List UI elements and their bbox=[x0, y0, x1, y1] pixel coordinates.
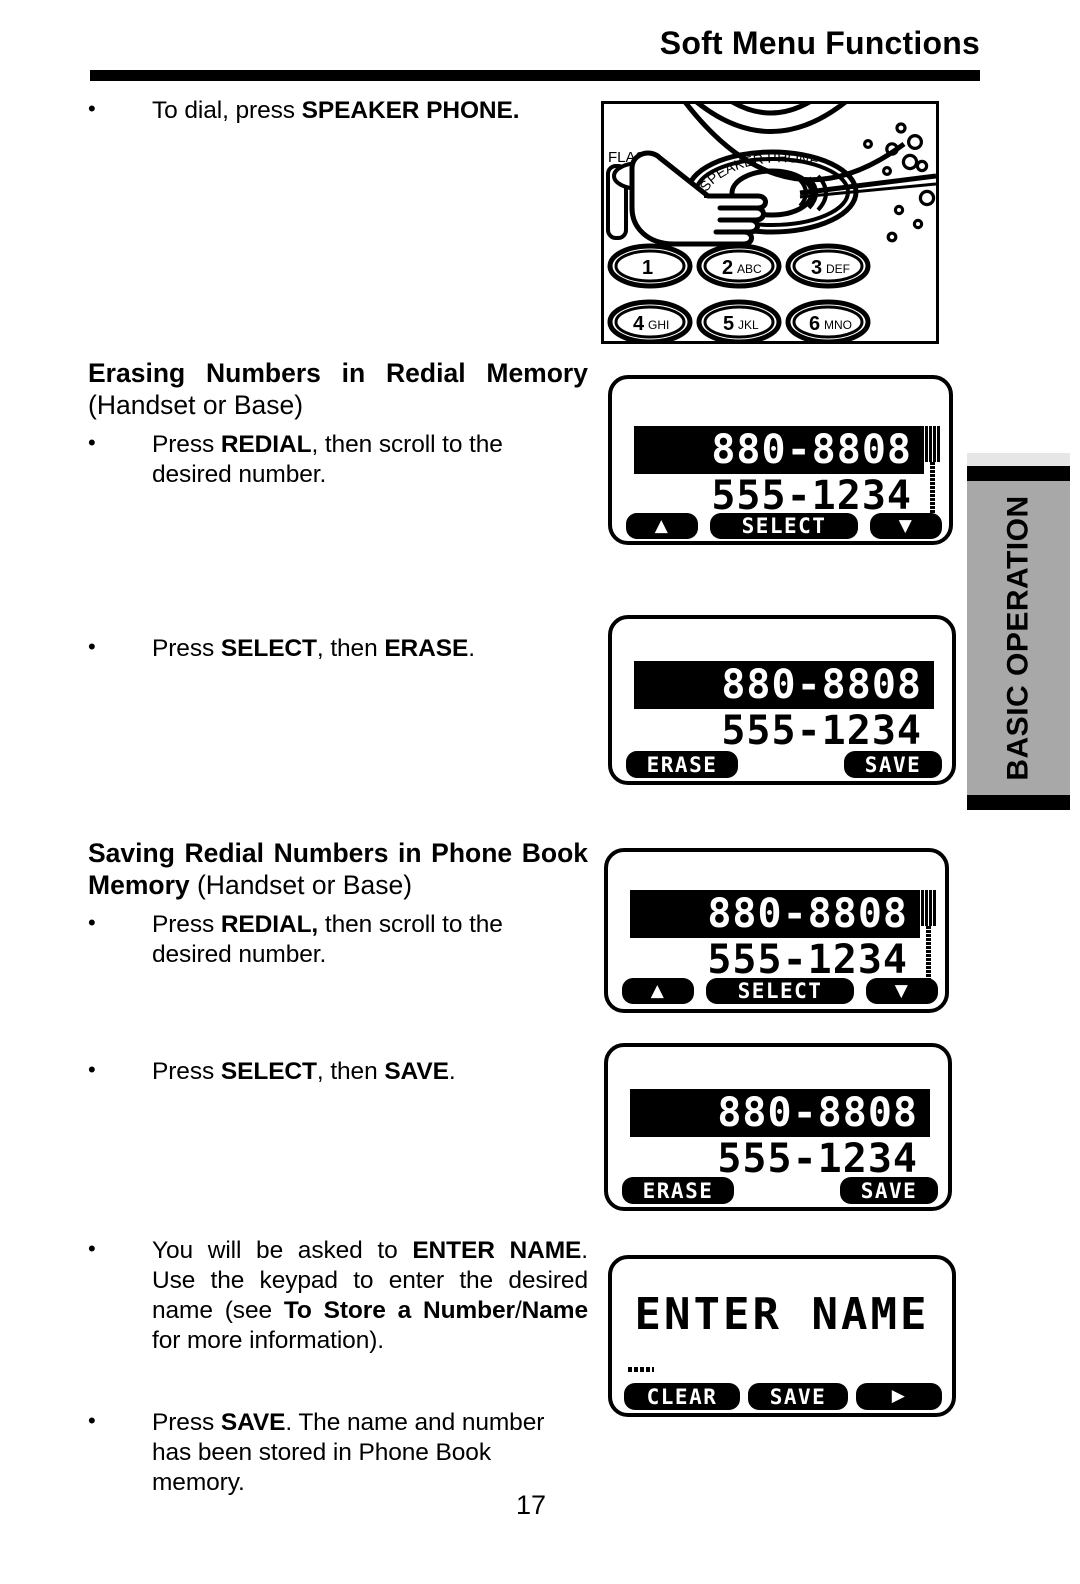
illustration-speakerphone-keypad: SPEAKER PHONE FLASH 1 2 ABC 3 DEF 4 GHI … bbox=[601, 101, 939, 344]
svg-text:4: 4 bbox=[633, 313, 645, 335]
svg-text:6: 6 bbox=[809, 313, 820, 335]
b2-mid: , then bbox=[316, 635, 385, 662]
tab-bar-bottom bbox=[967, 795, 1070, 810]
b4-mid: , then bbox=[316, 1058, 385, 1085]
header-divider bbox=[90, 70, 980, 81]
up-arrow-icon: ▲ bbox=[654, 515, 670, 536]
b4-after: . bbox=[448, 1058, 456, 1085]
b4-before: Press bbox=[152, 1058, 221, 1085]
lcd5-softkey-next-char[interactable]: ▶ bbox=[856, 1383, 942, 1410]
lcd3-softkey-scroll-down[interactable]: ▼ bbox=[866, 978, 938, 1004]
bullet-to-dial-text: To dial, press bbox=[152, 97, 302, 124]
up-arrow-icon: ▲ bbox=[650, 980, 666, 1001]
lcd1-softkey-scroll-up[interactable]: ▲ bbox=[626, 513, 698, 539]
lcd3-number-highlighted: 880-8808 bbox=[630, 890, 920, 938]
lcd2-softkey-save[interactable]: SAVE bbox=[844, 751, 942, 778]
b6-bold: SAVE bbox=[220, 1409, 286, 1436]
b2-bold1: SELECT bbox=[220, 635, 317, 662]
lcd2-number-highlighted: 880-8808 bbox=[634, 661, 934, 709]
tab-cap bbox=[967, 453, 1070, 466]
b2-after: . bbox=[468, 635, 475, 662]
lcd2-number-secondary: 555-1234 bbox=[721, 708, 922, 754]
lcd4-number-highlighted: 880-8808 bbox=[630, 1089, 930, 1137]
bullet-press-select-erase: Press SELECT, then ERASE. bbox=[88, 632, 588, 664]
lcd3-scroll-indicator bbox=[921, 890, 936, 982]
b2-before: Press bbox=[152, 635, 221, 662]
lcd1-number-secondary: 555-1234 bbox=[711, 473, 912, 519]
lcd-erase-save-1: 880-8808 555-1234 ERASE SAVE bbox=[608, 615, 956, 785]
lcd-redial-select-1: 880-8808 555-1234 ▲ SELECT ▼ bbox=[608, 375, 953, 545]
heading-saving-line2-reg: (Handset or Base) bbox=[189, 870, 413, 900]
bullet-press-save-final: Press SAVE. The name and number has been… bbox=[88, 1406, 588, 1498]
svg-text:ABC: ABC bbox=[737, 262, 762, 276]
lcd5-softkey-clear[interactable]: CLEAR bbox=[624, 1383, 740, 1410]
lcd3-softkey-scroll-up[interactable]: ▲ bbox=[622, 978, 694, 1004]
b5-p3: / bbox=[514, 1297, 522, 1324]
right-arrow-icon: ▶ bbox=[891, 1386, 907, 1406]
svg-text:JKL: JKL bbox=[738, 318, 759, 332]
heading-erasing-numbers: Erasing Numbers in Redial Memory (Handse… bbox=[88, 357, 588, 421]
b1-bold: REDIAL bbox=[220, 431, 312, 458]
b5-b3: Name bbox=[521, 1297, 589, 1324]
heading-saving-line1: Saving Redial Numbers in Phone Book bbox=[88, 838, 588, 868]
lcd1-softkey-select[interactable]: SELECT bbox=[710, 513, 858, 539]
heading-saving-line2-bold: Memory bbox=[88, 870, 190, 900]
b4-bold1: SELECT bbox=[220, 1058, 317, 1085]
lcd5-prompt: ENTER NAME bbox=[634, 1289, 930, 1340]
heading-erasing-line1: Erasing Numbers in Redial Memory bbox=[88, 358, 588, 388]
down-arrow-icon: ▼ bbox=[894, 980, 910, 1001]
bullet-press-redial-2: Press REDIAL, then scroll to the desired… bbox=[88, 908, 588, 970]
lcd5-text-cursor bbox=[628, 1367, 654, 1372]
bullet-to-dial-bold: SPEAKER PHONE. bbox=[301, 97, 520, 124]
tab-bar-top bbox=[967, 466, 1070, 481]
bullet-to-dial: To dial, press SPEAKER PHONE. bbox=[88, 94, 588, 126]
heading-saving-redial: Saving Redial Numbers in Phone Book Memo… bbox=[88, 837, 588, 901]
lcd2-softkey-erase[interactable]: ERASE bbox=[626, 751, 738, 778]
manual-page: Soft Menu Functions BASIC OPERATION To d… bbox=[0, 0, 1080, 1584]
b2-bold2: ERASE bbox=[384, 635, 469, 662]
b1-before: Press bbox=[152, 431, 221, 458]
b5-b2: To Store a Number bbox=[283, 1297, 515, 1324]
lcd1-scroll-indicator bbox=[925, 426, 940, 518]
page-number: 17 bbox=[515, 1490, 547, 1520]
page-title: Soft Menu Functions bbox=[659, 25, 980, 61]
svg-text:3: 3 bbox=[811, 257, 822, 279]
bullet-press-redial-1: Press REDIAL, then scroll to the desired… bbox=[88, 428, 588, 490]
b4-bold2: SAVE bbox=[384, 1058, 449, 1085]
lcd4-softkey-erase[interactable]: ERASE bbox=[622, 1177, 734, 1204]
b5-p1: You will be asked to bbox=[152, 1237, 413, 1264]
lcd-enter-name: ENTER NAME CLEAR SAVE ▶ bbox=[608, 1255, 956, 1417]
lcd1-number-highlighted: 880-8808 bbox=[634, 426, 924, 474]
svg-text:1: 1 bbox=[642, 257, 653, 279]
b6-before: Press bbox=[152, 1409, 221, 1436]
lcd5-softkey-save[interactable]: SAVE bbox=[748, 1383, 848, 1410]
lcd-redial-select-2: 880-8808 555-1234 ▲ SELECT ▼ bbox=[604, 848, 949, 1013]
svg-text:5: 5 bbox=[723, 313, 734, 335]
section-tab-label: BASIC OPERATION bbox=[1001, 495, 1035, 781]
lcd4-softkey-save[interactable]: SAVE bbox=[840, 1177, 938, 1204]
bullet-press-select-save: Press SELECT, then SAVE. bbox=[88, 1055, 588, 1087]
keypad-drawing: SPEAKER PHONE FLASH 1 2 ABC 3 DEF 4 GHI … bbox=[606, 104, 936, 341]
b3-bold: REDIAL, bbox=[220, 911, 319, 938]
svg-text:2: 2 bbox=[722, 257, 733, 279]
lcd-erase-save-2: 880-8808 555-1234 ERASE SAVE bbox=[604, 1043, 952, 1211]
lcd4-number-secondary: 555-1234 bbox=[717, 1136, 918, 1182]
svg-text:MNO: MNO bbox=[824, 318, 852, 332]
lcd3-number-secondary: 555-1234 bbox=[707, 937, 908, 983]
down-arrow-icon: ▼ bbox=[898, 515, 914, 536]
lcd1-softkey-scroll-down[interactable]: ▼ bbox=[870, 513, 942, 539]
bullet-enter-name: You will be asked to ENTER NAME. Use the… bbox=[88, 1234, 589, 1356]
svg-text:DEF: DEF bbox=[826, 262, 850, 276]
section-tab-basic-operation: BASIC OPERATION bbox=[967, 453, 1070, 810]
b3-before: Press bbox=[152, 911, 221, 938]
lcd3-softkey-select[interactable]: SELECT bbox=[706, 978, 854, 1004]
b5-p4: for more information). bbox=[152, 1327, 384, 1354]
svg-text:GHI: GHI bbox=[648, 318, 669, 332]
b5-b1: ENTER NAME bbox=[412, 1237, 582, 1264]
heading-erasing-line2: (Handset or Base) bbox=[88, 390, 304, 420]
